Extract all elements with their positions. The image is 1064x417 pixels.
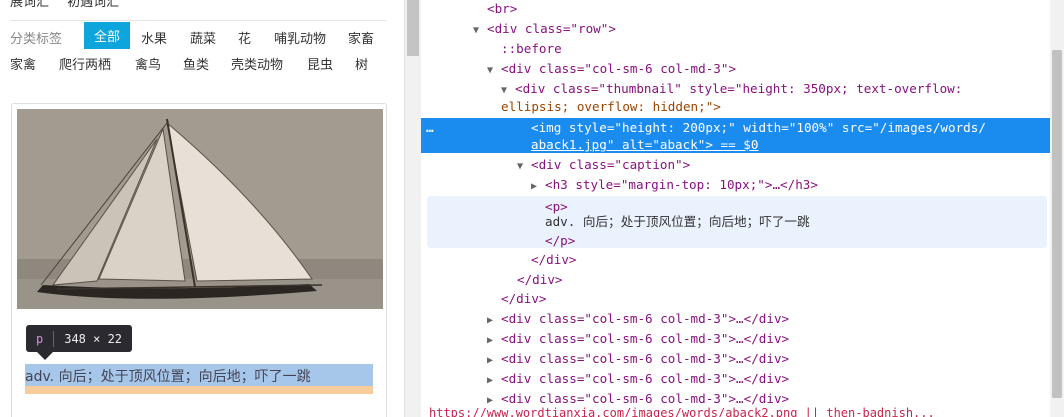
dom-node-close: </div>: [517, 272, 563, 287]
tag-reptile[interactable]: 爬行两栖: [59, 54, 111, 73]
expand-triangle-icon[interactable]: ▶: [487, 351, 501, 371]
nav-link[interactable]: 展词汇: [10, 0, 49, 10]
nav-link[interactable]: 初遇词汇: [67, 0, 119, 10]
dom-node-br[interactable]: <br>: [487, 0, 517, 19]
dom-node-p-close: </p>: [545, 233, 576, 248]
tag-shellfish[interactable]: 壳类动物: [231, 54, 283, 73]
devtools-scrollbar-thumb[interactable]: [1052, 50, 1062, 398]
tag-all[interactable]: 全部: [84, 22, 131, 49]
dom-node-h3[interactable]: ▶ <h3 style="margin-top: 10px;">…</h3>: [531, 175, 818, 195]
dom-node-p-text: adv. 向后；处于顶风位置；向后地；吓了一跳: [545, 214, 810, 229]
top-nav-cut: 展词汇 初遇词汇: [10, 0, 133, 10]
expand-triangle-icon[interactable]: ▶: [487, 311, 501, 331]
dom-node-row[interactable]: ▼ <div class="row">: [473, 19, 616, 39]
page-scrollbar[interactable]: [404, 0, 421, 417]
collapse-triangle-icon[interactable]: ▼: [487, 61, 501, 81]
tooltip-arrow: [37, 352, 53, 360]
tag-vegetable[interactable]: 蔬菜: [190, 28, 216, 47]
devtools-elements-panel: <br> ▼ <div class="row"> ::before ▼ <div c…: [421, 0, 1050, 417]
word-definition: adv. 向后；处于顶风位置；向后地；吓了一跳: [25, 369, 311, 385]
tag-fruit[interactable]: 水果: [141, 28, 167, 47]
collapse-triangle-icon[interactable]: ▼: [473, 21, 487, 41]
dom-node-before[interactable]: ::before: [501, 39, 562, 59]
node-actions-icon[interactable]: …: [426, 118, 434, 138]
tooltip-size: 348 × 22: [64, 331, 123, 346]
dom-node-thumbnail-cont: ellipsis; overflow: hidden;">: [501, 99, 721, 114]
dom-node-img-cont: aback1.jpg" alt="aback"> == $0: [531, 137, 759, 152]
expand-triangle-icon[interactable]: ▶: [487, 371, 501, 391]
tag-fish[interactable]: 鱼类: [183, 54, 209, 73]
expand-triangle-icon[interactable]: ▶: [487, 331, 501, 351]
web-page: 展词汇 初遇词汇 分类标签 全部 水果 蔬菜 花 哺乳动物 家畜 家禽 爬行两栖…: [0, 0, 404, 417]
tag-insect[interactable]: 昆虫: [307, 54, 333, 73]
tag-livestock[interactable]: 家畜: [348, 28, 374, 47]
dom-node-col-collapsed[interactable]: ▶ <div class="col-sm-6 col-md-3">…</div>: [487, 329, 789, 349]
dom-node-col[interactable]: ▼ <div class="col-sm-6 col-md-3">: [487, 59, 736, 79]
dom-node-col-collapsed[interactable]: ▶ <div class="col-sm-6 col-md-3">…</div>: [487, 369, 789, 389]
expand-triangle-icon[interactable]: ▶: [531, 177, 545, 197]
devtools-scrollbar[interactable]: [1050, 0, 1064, 417]
tag-poultry[interactable]: 家禽: [10, 54, 36, 73]
dom-node-close: </div>: [501, 291, 547, 306]
dom-node-close: </div>: [531, 252, 577, 267]
element-highlight-margin: [25, 386, 373, 394]
tag-tree[interactable]: 树: [355, 54, 368, 73]
page-scrollbar-thumb[interactable]: [407, 0, 419, 56]
sailboat-photo: [17, 109, 383, 309]
inspect-tooltip: p 348 × 22: [26, 325, 133, 352]
tag-mammal[interactable]: 哺乳动物: [274, 28, 326, 47]
tag-label: 分类标签: [10, 32, 63, 47]
dom-node-col-collapsed[interactable]: ▶ <div class="col-sm-6 col-md-3">…</div>: [487, 349, 789, 369]
tag-flower[interactable]: 花: [238, 28, 251, 47]
tag-bird[interactable]: 禽鸟: [135, 54, 161, 73]
dom-node-caption[interactable]: ▼ <div class="caption">: [517, 155, 690, 175]
collapse-triangle-icon[interactable]: ▼: [517, 157, 531, 177]
selected-dom-node[interactable]: … <img style="height: 200px;" width="100…: [421, 118, 1050, 153]
breadcrumb-cut: https://www.wordtianxia.com/images/words…: [429, 406, 935, 417]
dom-node-thumbnail[interactable]: ▼ <div class="thumbnail" style="height: 3…: [501, 79, 962, 99]
tooltip-divider: [53, 330, 55, 347]
tooltip-tag: p: [36, 331, 44, 346]
dom-node-col-collapsed[interactable]: ▶ <div class="col-sm-6 col-md-3">…</div>: [487, 309, 789, 329]
tag-row-2: 家禽 爬行两栖 禽鸟 鱼类 壳类动物 昆虫 树: [0, 47, 388, 77]
